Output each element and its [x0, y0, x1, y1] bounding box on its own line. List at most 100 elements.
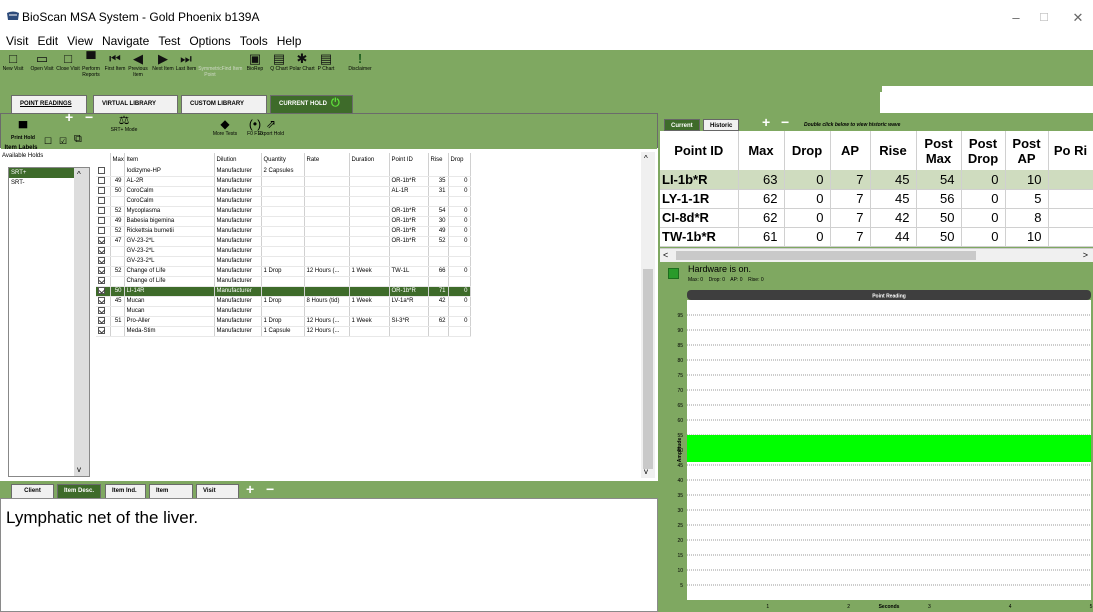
row-checkbox[interactable] [98, 187, 105, 195]
row-checkbox[interactable] [98, 207, 105, 215]
open-visit-button[interactable]: ▭ Open Visit [29, 52, 55, 73]
last-item-button[interactable]: ⏭ Last Item [173, 52, 199, 73]
tab-historic[interactable]: Historic [703, 119, 740, 131]
point-column-header[interactable]: Post Drop [961, 131, 1006, 170]
more-tests-button[interactable]: ◆ More Tests [212, 118, 238, 138]
table-row[interactable]: GV-23-2*L Manufacturer [96, 256, 471, 267]
tab-custom-library[interactable]: CUSTOM LIBRARY [181, 95, 267, 126]
table-row[interactable]: 45 Mucan Manufacturer 1 Drop 8 Hours (tid) 1 … [96, 296, 471, 307]
point-row[interactable]: LI-1b*R 63 0 7 45 54 0 10 [660, 170, 1093, 190]
scroll-up-icon[interactable]: ^ [77, 170, 81, 179]
column-header[interactable]: Drop [448, 153, 471, 166]
column-header[interactable]: Max [110, 153, 125, 166]
row-checkbox[interactable] [98, 257, 105, 265]
table-row[interactable]: Meda-Stim Manufacturer 1 Capsule 12 Hours (… [96, 326, 471, 337]
row-checkbox[interactable] [98, 247, 105, 255]
table-row[interactable]: Change of Life Manufacturer [96, 276, 471, 287]
point-row[interactable]: LY-1-1R 62 0 7 45 56 0 5 [660, 189, 1093, 209]
biorep-button[interactable]: ▣ BioRep [242, 52, 268, 73]
tab-item-ind[interactable]: Item Ind. [105, 484, 146, 498]
table-row[interactable]: CoroCalm Manufacturer [96, 196, 471, 207]
tab-current-hold[interactable]: CURRENT HOLD ⏻ [270, 95, 353, 113]
point-row[interactable]: TW-1b*R 61 0 7 44 50 0 10 [660, 227, 1093, 247]
table-row[interactable]: Mucan Manufacturer [96, 306, 471, 317]
menu-edit[interactable]: Edit [34, 32, 61, 50]
point-column-header[interactable]: Rise [870, 131, 917, 170]
table-row[interactable]: 50 LI-14R Manufacturer OR-1b*R 71 0 [96, 286, 471, 297]
point-column-header[interactable]: Post AP [1005, 131, 1049, 170]
point-column-header[interactable]: Max [738, 131, 785, 170]
srt-mode-button[interactable]: ⚖ SRT+ Mode [109, 114, 139, 134]
column-header[interactable]: Quantity [261, 153, 305, 166]
row-checkbox[interactable] [98, 167, 105, 175]
row-checkbox[interactable] [98, 297, 105, 305]
point-column-header[interactable]: Po Ri [1048, 131, 1093, 170]
table-row[interactable]: 49 Babesia bigemina Manufacturer OR-1b*R 30 0 [96, 216, 471, 227]
table-row[interactable]: Iodizyme-HP Manufacturer 2 Capsules [96, 166, 471, 177]
table-row[interactable]: GV-23-2*L Manufacturer [96, 246, 471, 257]
remove-hold-button[interactable]: − [85, 110, 93, 124]
row-checkbox[interactable] [98, 287, 105, 295]
menu-visit[interactable]: Visit [3, 32, 31, 50]
point-table-hscrollbar[interactable]: < > [660, 248, 1093, 262]
scroll-up-icon[interactable]: ^ [644, 154, 648, 163]
add-note-button[interactable]: + [246, 481, 254, 497]
print-hold-button[interactable]: ▀ Print Hold [5, 122, 41, 142]
row-checkbox[interactable] [98, 327, 105, 335]
add-hold-button[interactable]: + [65, 110, 73, 124]
disclaimer-button[interactable]: ! Disclaimer [344, 52, 376, 73]
column-header[interactable]: Rise [428, 153, 449, 166]
remove-note-button[interactable]: − [266, 481, 274, 497]
column-header[interactable]: Rate [304, 153, 350, 166]
previous-item-button[interactable]: ◀ Previous Item [125, 52, 151, 79]
table-row[interactable]: 50 CoroCalm Manufacturer AL-1R 31 0 [96, 186, 471, 197]
row-checkbox[interactable] [98, 307, 105, 315]
point-column-header[interactable]: Post Max [916, 131, 962, 170]
row-checkbox[interactable] [98, 197, 105, 205]
export-hold-button[interactable]: ⇗ Export Hold [256, 118, 286, 138]
table-row[interactable]: 51 Pro-Aller Manufacturer 1 Drop 12 Hours (.… [96, 316, 471, 327]
row-checkbox[interactable] [98, 177, 105, 185]
menu-navigate[interactable]: Navigate [99, 32, 152, 50]
tab-current[interactable]: Current [664, 119, 700, 131]
row-checkbox[interactable] [98, 277, 105, 285]
column-header[interactable]: Duration [349, 153, 390, 166]
tab-item-notes[interactable]: Item Notes [149, 484, 193, 507]
scroll-left-icon[interactable]: < [663, 250, 668, 260]
copy-icon[interactable]: ⧉ [74, 134, 82, 145]
tab-virtual-library[interactable]: VIRTUAL LIBRARY [93, 95, 178, 126]
tab-item-desc[interactable]: Item Desc. [57, 484, 101, 498]
table-row[interactable]: 49 AL-2R Manufacturer OR-1b*R 35 0 [96, 176, 471, 187]
menu-help[interactable]: Help [274, 32, 305, 50]
column-header[interactable]: Point ID [389, 153, 429, 166]
close-button[interactable]: ✕ [1063, 6, 1093, 30]
item-labels-button[interactable]: Item Labels [3, 145, 39, 151]
row-checkbox[interactable] [98, 217, 105, 225]
table-row[interactable]: 52 Mycoplasma Manufacturer OR-1b*R 54 0 [96, 206, 471, 217]
column-header[interactable] [96, 153, 111, 166]
scroll-thumb[interactable] [676, 251, 976, 260]
scroll-thumb[interactable] [643, 269, 653, 469]
row-checkbox[interactable] [98, 227, 105, 235]
row-checkbox[interactable] [98, 317, 105, 325]
table-row[interactable]: 47 GV-23-2*L Manufacturer OR-1b*R 52 0 [96, 236, 471, 247]
menu-test[interactable]: Test [155, 32, 183, 50]
table-row[interactable]: 52 Rickettsia burnetii Manufacturer OR-1b*R… [96, 226, 471, 237]
menu-view[interactable]: View [64, 32, 96, 50]
uncheck-all-icon[interactable]: ☐ [44, 137, 52, 146]
tab-visit-notes[interactable]: Visit Notes [196, 484, 239, 507]
new-visit-button[interactable]: □ New Visit [0, 52, 26, 73]
check-all-icon[interactable]: ☑ [59, 137, 67, 146]
row-checkbox[interactable] [98, 237, 105, 245]
scroll-down-icon[interactable]: v [77, 465, 81, 474]
p-chart-button[interactable]: ▤ P Chart [311, 52, 341, 73]
table-row[interactable]: 52 Change of Life Manufacturer 1 Drop 12 Hou… [96, 266, 471, 277]
minimize-button[interactable]: – [1001, 6, 1031, 30]
tab-point-readings[interactable]: POINT READINGS [11, 95, 87, 113]
column-header[interactable]: Dilution [214, 153, 262, 166]
perform-reports-button[interactable]: ▀ Perform Reports [78, 52, 104, 79]
point-column-header[interactable]: AP [830, 131, 871, 170]
menu-tools[interactable]: Tools [237, 32, 271, 50]
holds-scrollbar[interactable]: ^ v [74, 168, 89, 476]
tab-client[interactable]: Client [11, 484, 54, 498]
